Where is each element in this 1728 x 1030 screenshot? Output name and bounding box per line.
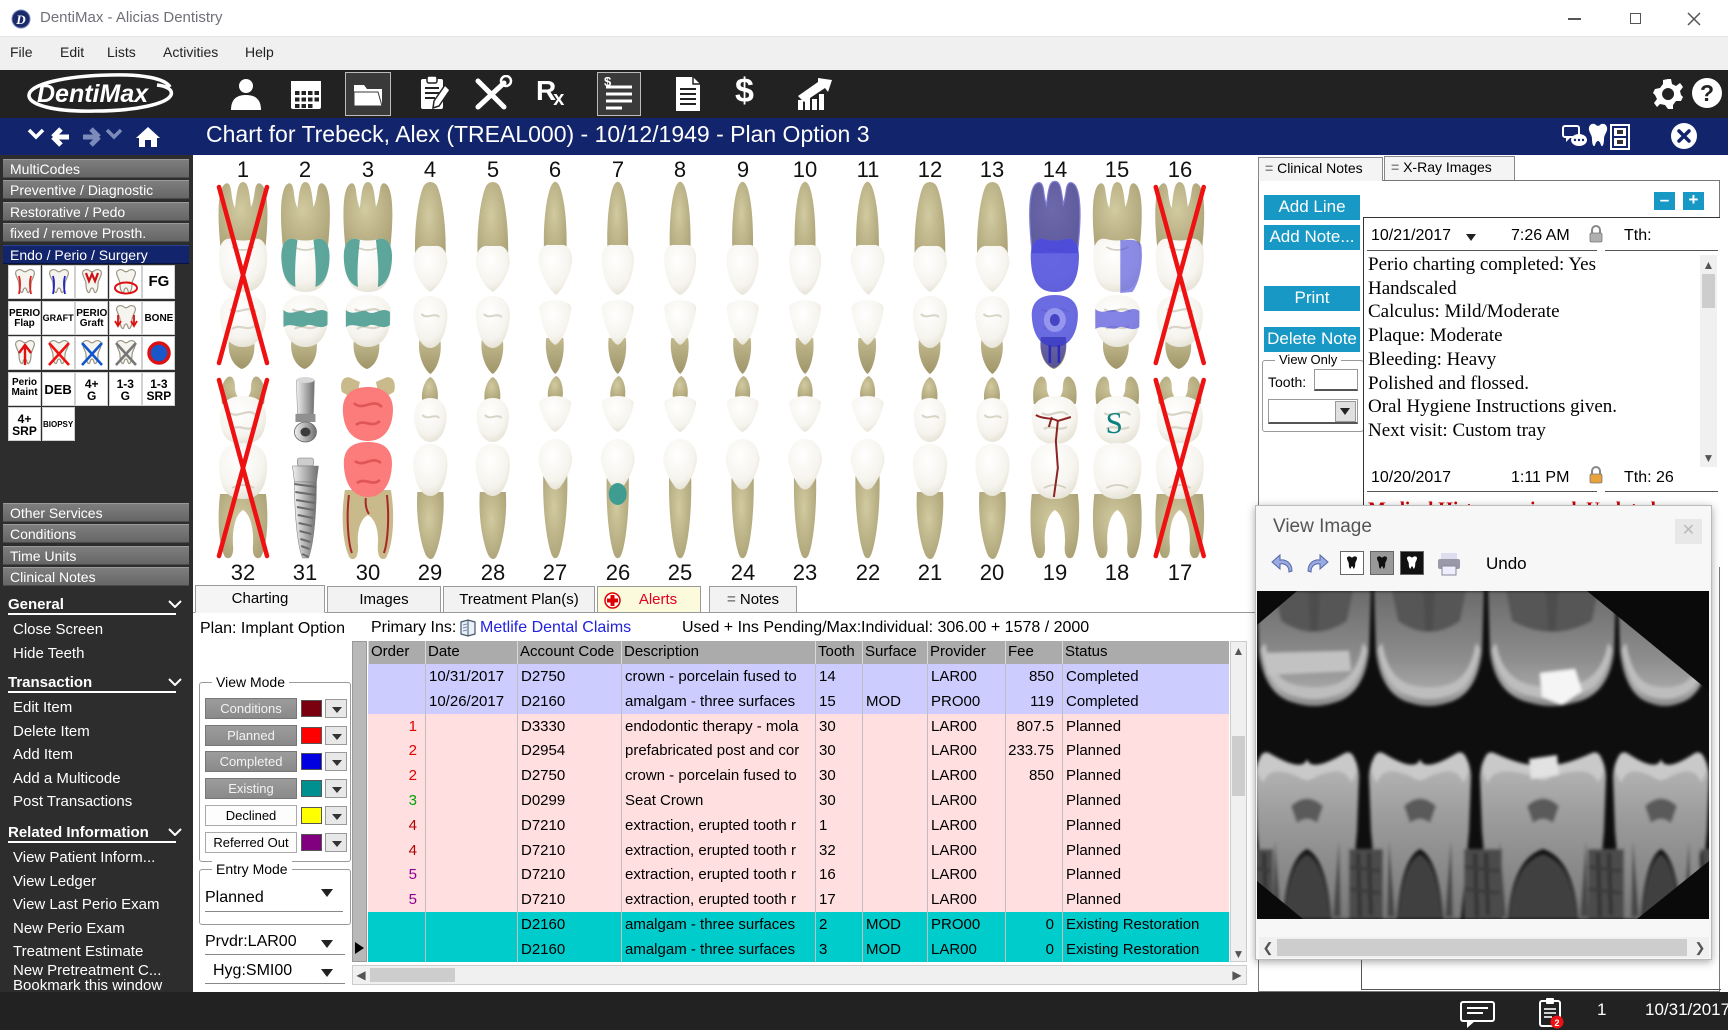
svg-text:6: 6 bbox=[549, 157, 561, 182]
svg-text:13: 13 bbox=[980, 157, 1004, 182]
svg-text:17: 17 bbox=[1168, 560, 1192, 585]
svg-text:19: 19 bbox=[1043, 560, 1067, 585]
svg-text:20: 20 bbox=[980, 560, 1004, 585]
svg-text:30: 30 bbox=[356, 560, 380, 585]
svg-text:D: D bbox=[15, 12, 26, 27]
svg-text:24: 24 bbox=[731, 560, 755, 585]
svg-text:12: 12 bbox=[918, 157, 942, 182]
svg-text:14: 14 bbox=[1043, 157, 1067, 182]
svg-text:29: 29 bbox=[418, 560, 442, 585]
svg-text:S: S bbox=[1106, 405, 1123, 440]
svg-text:3: 3 bbox=[362, 157, 374, 182]
svg-text:5: 5 bbox=[487, 157, 499, 182]
svg-text:31: 31 bbox=[293, 560, 317, 585]
svg-text:16: 16 bbox=[1168, 157, 1192, 182]
svg-text:10: 10 bbox=[793, 157, 817, 182]
svg-text:7: 7 bbox=[612, 157, 624, 182]
svg-text:26: 26 bbox=[606, 560, 630, 585]
svg-text:11: 11 bbox=[857, 157, 880, 182]
svg-text:18: 18 bbox=[1105, 560, 1129, 585]
svg-text:$: $ bbox=[604, 77, 612, 89]
svg-text:25: 25 bbox=[668, 560, 692, 585]
svg-text:23: 23 bbox=[793, 560, 817, 585]
svg-text:9: 9 bbox=[737, 157, 749, 182]
svg-text:32: 32 bbox=[231, 560, 255, 585]
svg-text:DentiMax: DentiMax bbox=[37, 80, 149, 108]
svg-text:28: 28 bbox=[481, 560, 505, 585]
svg-text:1: 1 bbox=[237, 157, 249, 182]
svg-text:2: 2 bbox=[1554, 1018, 1559, 1028]
svg-text:27: 27 bbox=[543, 560, 567, 585]
svg-text:21: 21 bbox=[918, 560, 942, 585]
svg-text:22: 22 bbox=[856, 560, 880, 585]
svg-text:15: 15 bbox=[1105, 157, 1129, 182]
svg-text:2: 2 bbox=[299, 157, 311, 182]
svg-text:4: 4 bbox=[424, 157, 436, 182]
svg-text:8: 8 bbox=[674, 157, 686, 182]
